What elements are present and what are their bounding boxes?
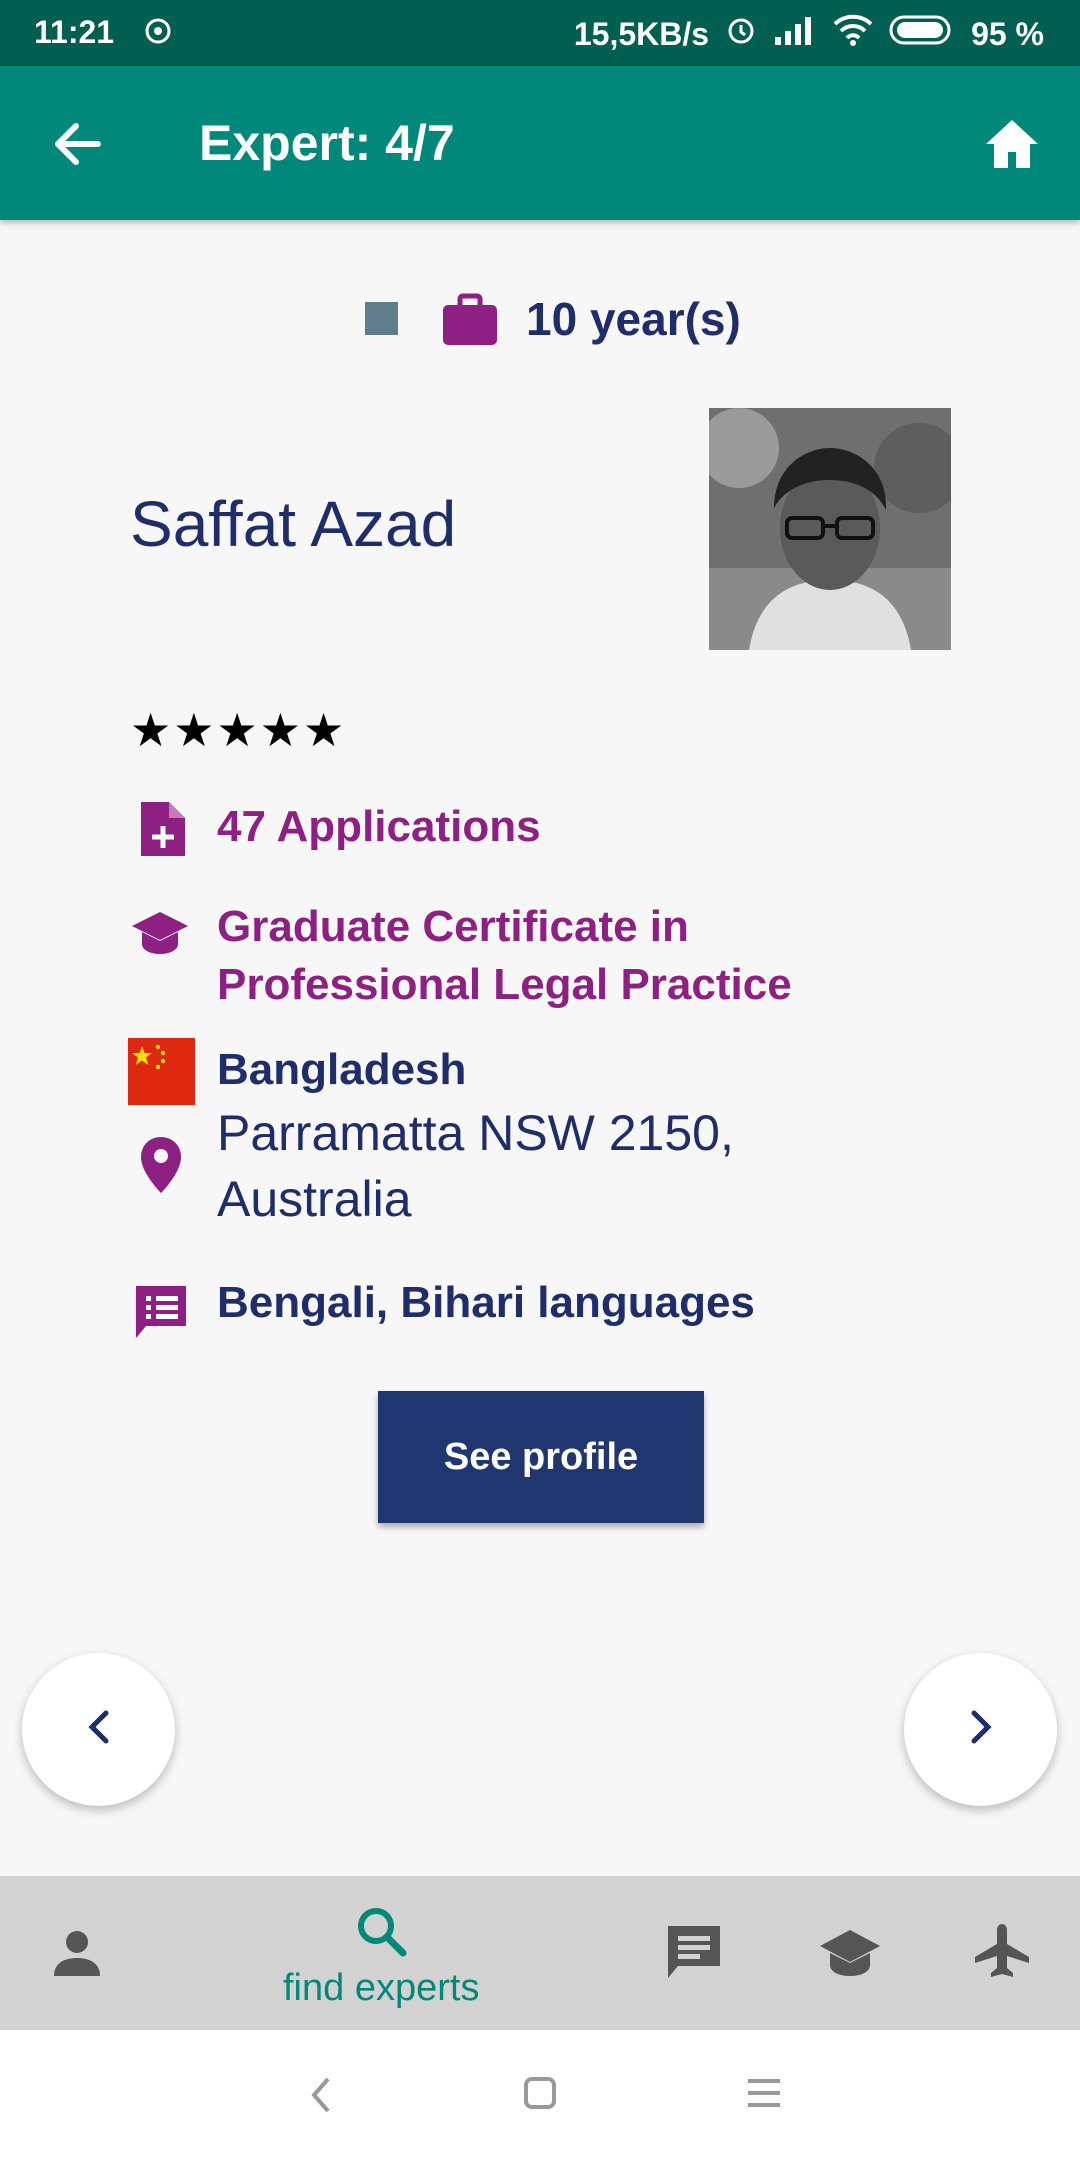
person-icon [50, 1926, 104, 1985]
chevron-left-icon [84, 1707, 114, 1752]
nav-find-experts[interactable]: find experts [283, 1904, 479, 2010]
status-time: 11:21 [34, 14, 115, 50]
chat-icon [664, 1922, 724, 1987]
chat-list-icon [132, 1282, 190, 1340]
system-back-icon[interactable] [306, 2075, 336, 2120]
status-square-icon [365, 302, 398, 335]
bottom-navigation: find experts [0, 1876, 1080, 2030]
country: Bangladesh [217, 1045, 467, 1094]
languages: Bengali, Bihari languages [217, 1278, 755, 1327]
location-pin-icon [138, 1135, 184, 1195]
qualification: Graduate Certificate in Professional Leg… [217, 902, 792, 1009]
wifi-icon [833, 14, 873, 54]
system-navigation-bar [0, 2030, 1080, 2160]
network-speed: 15,5KB/s [573, 15, 710, 52]
nav-label-find-experts: find experts [283, 1967, 480, 2009]
rating-stars: ★★★★★ [130, 704, 347, 756]
nav-profile[interactable] [50, 1926, 104, 1985]
nav-education[interactable] [818, 1926, 882, 1985]
graduation-cap-icon [130, 908, 188, 966]
expert-name: Saffat Azad [130, 488, 457, 560]
arrow-back-icon[interactable] [50, 116, 106, 172]
previous-expert-button[interactable] [22, 1653, 175, 1806]
chevron-right-icon [966, 1707, 996, 1752]
experience-row: 10 year(s) [0, 288, 1080, 358]
applications-count: 47 Applications [217, 802, 541, 851]
signal-icon [773, 15, 817, 53]
nav-messages[interactable] [664, 1922, 724, 1987]
experience-years: 10 year(s) [526, 293, 741, 345]
page-title: Expert: 4/7 [199, 115, 455, 171]
settings-sync-icon [143, 16, 173, 54]
status-bar: 11:21 15,5KB/s 95 % [0, 0, 1080, 66]
battery-icon [889, 15, 955, 53]
home-icon[interactable] [982, 114, 1042, 174]
app-bar: Expert: 4/7 [0, 66, 1080, 220]
see-profile-button[interactable]: See profile [378, 1391, 704, 1523]
graduation-cap-icon [818, 1926, 882, 1985]
address: Parramatta NSW 2150, Australia [217, 1105, 734, 1227]
search-icon [354, 1904, 408, 1963]
next-expert-button[interactable] [904, 1653, 1057, 1806]
system-menu-icon[interactable] [746, 2078, 782, 2113]
alarm-icon [725, 14, 757, 54]
nav-travel[interactable] [972, 1922, 1032, 1987]
country-flag-icon [128, 1038, 195, 1105]
system-home-icon[interactable] [522, 2075, 558, 2116]
expert-photo [709, 408, 951, 650]
briefcase-icon [441, 292, 499, 348]
airplane-icon [972, 1922, 1032, 1987]
document-add-icon [133, 800, 191, 858]
battery-percent: 95 % [971, 15, 1044, 52]
